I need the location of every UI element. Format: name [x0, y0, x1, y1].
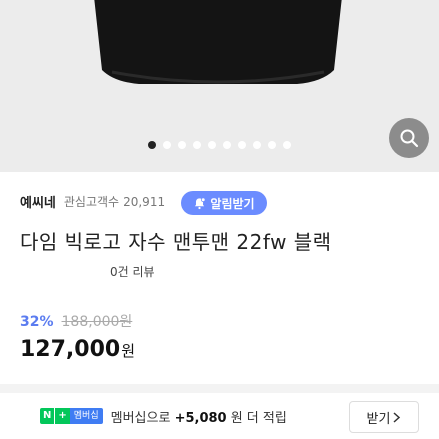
chevron-right-icon [393, 411, 401, 423]
membership-suffix: 원 더 적립 [230, 410, 287, 426]
badge-plus: + [54, 408, 70, 424]
alarm-button-label: 알림받기 [210, 196, 255, 211]
membership-text: 멤버십으로 +5,080 원 더 적립 [111, 407, 287, 426]
bell-icon [195, 197, 206, 209]
seller-info: 예씨네 관심고객수 20,911 [20, 190, 165, 212]
gallery-dot[interactable] [283, 141, 291, 149]
product-image [94, 0, 342, 84]
gallery-dot[interactable] [148, 141, 156, 149]
membership-amount: +5,080 [174, 410, 227, 426]
search-icon [400, 129, 419, 148]
gallery-pagination[interactable] [0, 141, 439, 149]
membership-benefit: N + 멤버십 멤버십으로 +5,080 원 더 적립 받기 [0, 393, 439, 439]
gallery-dot[interactable] [193, 141, 201, 149]
discount-info: 32% 188,000원 [20, 311, 132, 331]
gallery-dot[interactable] [223, 141, 231, 149]
badge-label: 멤버십 [69, 408, 103, 424]
zoom-button[interactable] [389, 118, 429, 158]
review-count[interactable]: 0건 리뷰 [110, 263, 155, 280]
gallery-dot[interactable] [208, 141, 216, 149]
product-image-gallery[interactable] [0, 0, 439, 172]
product-title: 다임 빅로고 자수 맨투맨 22fw 블랙 [20, 230, 332, 254]
currency-unit: 원 [121, 342, 136, 360]
favorite-label: 관심고객수 [63, 194, 120, 209]
gallery-dot[interactable] [178, 141, 186, 149]
sale-price: 127,000원 [20, 337, 135, 362]
gallery-dot[interactable] [268, 141, 276, 149]
section-divider [0, 384, 439, 393]
gallery-dot[interactable] [253, 141, 261, 149]
gallery-dot[interactable] [163, 141, 171, 149]
naver-plus-membership-badge: N + 멤버십 [40, 408, 103, 424]
seller-name[interactable]: 예씨네 [20, 192, 56, 211]
receive-button[interactable]: 받기 [349, 401, 419, 433]
favorite-count: 20,911 [123, 194, 166, 209]
membership-prefix: 멤버십으로 [110, 410, 171, 426]
gallery-dot[interactable] [238, 141, 246, 149]
original-price: 188,000원 [61, 314, 133, 330]
sale-price-value: 127,000 [20, 337, 121, 362]
badge-n: N [40, 408, 55, 424]
receive-button-label: 받기 [366, 411, 391, 427]
alarm-button[interactable]: 알림받기 [181, 191, 267, 215]
favorite-customers: 관심고객수 20,911 [64, 193, 165, 210]
discount-rate: 32% [20, 314, 54, 330]
